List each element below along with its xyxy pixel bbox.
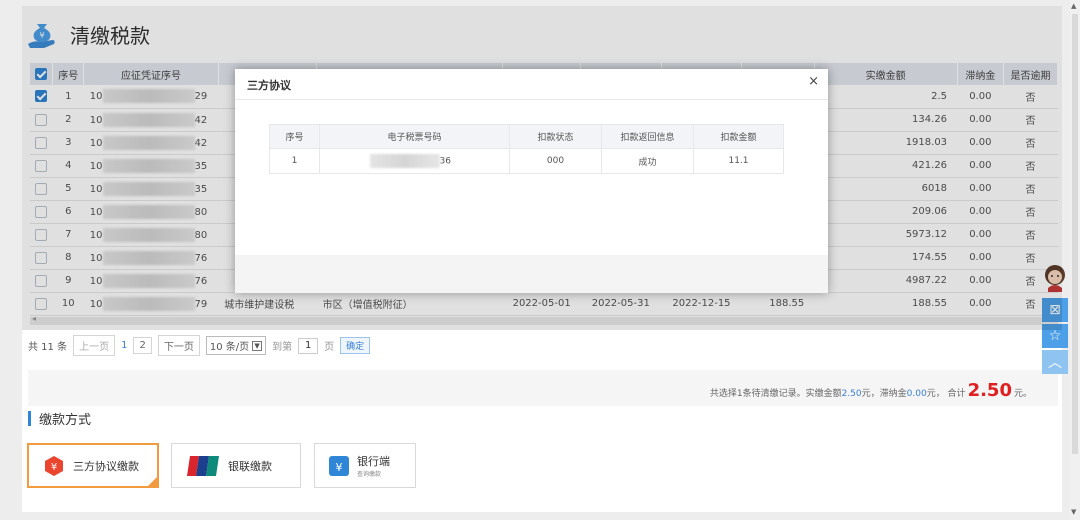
total-count: 共 11 条 — [28, 342, 68, 353]
pay-method-heading: 缴款方式 — [28, 409, 91, 428]
summary-bar: 共选择1条待清缴记录。实缴金额 2.50 元，滞纳金 0.00 元， 合计 2.… — [28, 370, 1058, 406]
summary-late-fee: 0.00 — [906, 389, 927, 399]
prev-page-button[interactable]: 上一页 — [73, 335, 116, 356]
bank-icon: ¥ — [329, 455, 349, 476]
col-header-message: 扣款返回信息 — [601, 124, 694, 149]
goto-label: 到第 — [272, 342, 293, 353]
col-header-ticket: 电子税票号码 — [319, 124, 510, 149]
deduction-status: 000 — [509, 148, 602, 174]
pay-bank-label: 银行端 — [357, 455, 390, 468]
modal-footer — [235, 255, 828, 293]
ticket-suffix: 36 — [439, 156, 451, 167]
pay-bank-sub-label: 查询缴款 — [357, 471, 382, 478]
pay-unionpay-button[interactable]: 银联缴款 — [171, 443, 301, 488]
page-unit-label: 页 — [324, 342, 335, 353]
page-2-link[interactable]: 2 — [133, 337, 152, 354]
page-size-value: 10 条/页 — [209, 342, 250, 353]
deduction-message: 成功 — [601, 148, 694, 174]
summary-total-label: 元， 合计 — [926, 389, 966, 399]
scrollbar-thumb[interactable] — [1072, 14, 1078, 454]
selected-corner-mark — [148, 477, 157, 486]
summary-amount: 2.50 — [841, 389, 862, 399]
pay-method-title: 缴款方式 — [39, 413, 92, 428]
summary-suffix: 元。 — [1013, 389, 1032, 399]
redacted-block — [369, 154, 440, 168]
star-icon: ☆ — [1048, 328, 1062, 344]
page-1-link[interactable]: 1 — [121, 340, 127, 351]
goto-page-input[interactable]: 1 — [298, 337, 319, 354]
page: ¥ 清缴税款 序号 应征凭证序号 实缴金额 滞纳金 是否逾期 1 10 29 2.5 0… — [0, 0, 1080, 520]
deduction-row: 1 36 000 成功 11.1 — [269, 148, 784, 174]
pay-tripartite-label: 三方协议缴款 — [73, 459, 139, 473]
scroll-up-arrow-icon[interactable]: ▲ — [1071, 2, 1076, 10]
pagination: 共 11 条 上一页 1 2 下一页 10 条/页 ▼ 到第 1 页 确定 — [28, 335, 371, 356]
tripartite-modal: 三方协议 × 序号 电子税票号码 扣款状态 扣款返回信息 扣款金额 1 36 0… — [235, 69, 828, 293]
deduction-no: 1 — [269, 148, 320, 174]
pay-bank-button[interactable]: ¥ 银行端 查询缴款 — [314, 443, 416, 488]
summary-mid: 元，滞纳金 — [861, 389, 907, 399]
svg-text:¥: ¥ — [336, 461, 343, 474]
goto-confirm-button[interactable]: 确定 — [340, 337, 371, 354]
pay-unionpay-label: 银联缴款 — [228, 459, 272, 473]
heading-accent-bar — [28, 411, 31, 426]
col-header-amount: 扣款金额 — [693, 124, 784, 149]
col-header-status: 扣款状态 — [509, 124, 602, 149]
deduction-header-row: 序号 电子税票号码 扣款状态 扣款返回信息 扣款金额 — [269, 124, 784, 149]
pay-tripartite-button[interactable]: ¥ 三方协议缴款 — [27, 443, 159, 488]
summary-total: 2.50 — [967, 380, 1012, 401]
tripartite-agreement-icon: ¥ — [45, 455, 63, 476]
modal-title: 三方协议 — [247, 79, 291, 92]
close-icon[interactable]: × — [808, 74, 819, 89]
chevron-up-icon: ︿ — [1048, 355, 1062, 371]
scroll-down-arrow-icon[interactable]: ▼ — [1071, 508, 1076, 516]
chevron-down-icon: ▼ — [252, 340, 263, 351]
deduction-amount: 11.1 — [693, 148, 784, 174]
next-page-button[interactable]: 下一页 — [157, 335, 200, 356]
page-scrollbar[interactable]: ▲ ▼ — [1070, 0, 1080, 520]
back-to-top-button[interactable]: ︿ — [1042, 350, 1068, 374]
deduction-table: 序号 电子税票号码 扣款状态 扣款返回信息 扣款金额 1 36 000 成功 1… — [269, 124, 784, 174]
summary-prefix: 共选择1条待清缴记录。实缴金额 — [709, 389, 842, 399]
col-header-no: 序号 — [269, 124, 320, 149]
page-size-select[interactable]: 10 条/页 ▼ — [205, 336, 267, 355]
svg-text:¥: ¥ — [51, 462, 57, 473]
summary-text: 共选择1条待清缴记录。实缴金额 2.50 元，滞纳金 0.00 元， 合计 2.… — [710, 380, 1032, 401]
unionpay-icon — [187, 455, 219, 476]
deduction-ticket: 36 — [319, 148, 510, 174]
modal-divider — [235, 99, 828, 100]
